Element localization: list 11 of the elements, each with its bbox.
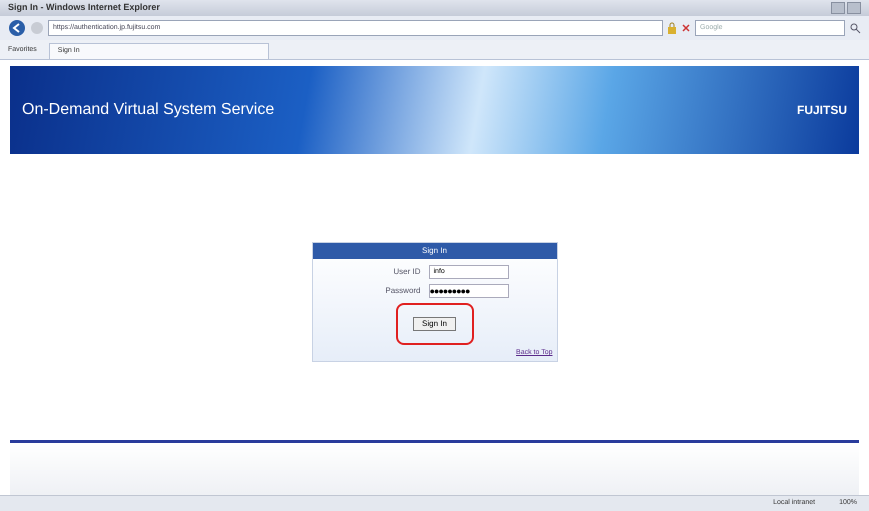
field-label: Password: [384, 285, 420, 298]
window-title: Sign In - Windows Internet Explorer: [8, 1, 160, 14]
search-icon[interactable]: [849, 22, 861, 34]
banner-title: On-Demand Virtual System Service: [22, 100, 274, 120]
sign-in-button[interactable]: Sign In: [413, 317, 456, 332]
lock-icon: [667, 22, 677, 34]
field-label: User ID: [392, 266, 420, 278]
password-field[interactable]: ●●●●●●●●●: [428, 284, 508, 298]
panel-header: Sign In: [312, 243, 556, 260]
brand-logo: FUJITSU: [796, 102, 847, 119]
close-icon[interactable]: [681, 23, 691, 33]
